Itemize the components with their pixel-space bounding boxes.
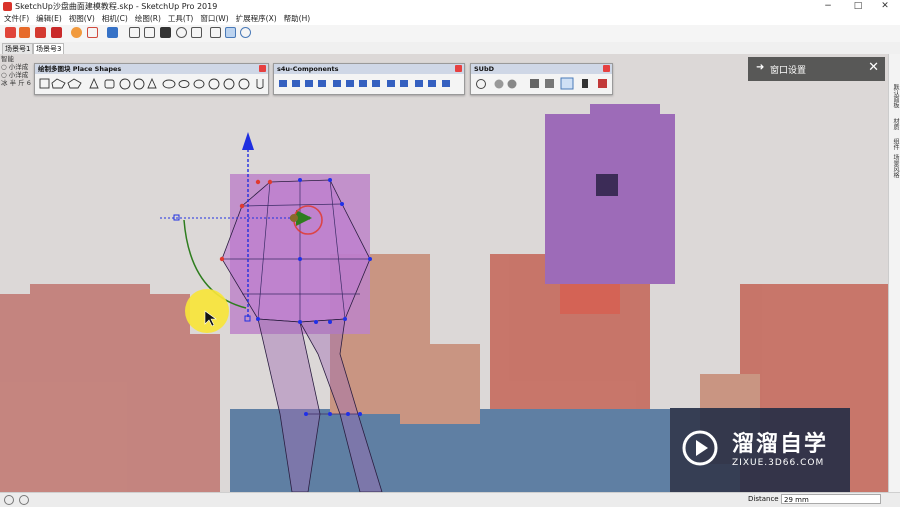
status-bar: Distance 29 mm: [0, 492, 900, 507]
place-shapes-toolbar: 绘制多图块 Place Shapes: [34, 63, 269, 95]
s4u-components-toolbar: s4u-Components: [273, 63, 465, 95]
sketchup-app-icon: [3, 2, 12, 11]
s4u-components-icons: [277, 77, 461, 90]
right-panel-strip: 默认面板 材质 组件 场景风格: [888, 54, 900, 492]
subd-icons: [474, 77, 609, 90]
grid-icon[interactable]: [87, 27, 98, 38]
place-shapes-close-icon[interactable]: [259, 65, 266, 72]
s4u-components-title: s4u-Components: [274, 64, 464, 74]
menu-edit[interactable]: 编辑(E): [36, 13, 62, 25]
place-shapes-icons: [38, 77, 265, 90]
menu-window[interactable]: 窗口(W): [200, 13, 228, 25]
rectangle-tool-icon[interactable]: [144, 27, 155, 38]
strip-tab-components[interactable]: 组件: [891, 138, 900, 150]
measurement-input[interactable]: 29 mm: [781, 494, 881, 504]
minimize-button[interactable]: −: [813, 0, 843, 13]
window-title: SketchUp沙盘曲面建模教程.skp - SketchUp Pro 2019: [15, 2, 218, 11]
subd-title: SUbD: [471, 64, 612, 74]
subd-toolbar: SUbD: [470, 63, 613, 95]
print-icon[interactable]: [107, 27, 118, 38]
menu-view[interactable]: 视图(V): [69, 13, 95, 25]
watermark-title: 溜溜自学: [732, 432, 829, 457]
scale-tool-icon[interactable]: [225, 27, 236, 38]
strip-tab-styles[interactable]: 场景风格: [891, 154, 900, 178]
window-settings-tray: ➜ 窗口设置 ✕: [748, 57, 885, 81]
line-tool-icon[interactable]: [129, 27, 140, 38]
layers-mini-panel: 智能 ○ 小洋成 ○ 小洋成 冰 半 斤 6: [1, 55, 37, 91]
s4u-components-close-icon[interactable]: [455, 65, 462, 72]
mini-panel-line-3[interactable]: ○ 小洋成: [1, 71, 37, 79]
maximize-button[interactable]: □: [843, 0, 873, 13]
scene-tabs: 场景号1 场景号3: [0, 42, 900, 55]
play-logo-icon: [682, 430, 718, 466]
select-tool-icon[interactable]: [5, 27, 16, 38]
watermark-logo: 溜溜自学 ZIXUE.3D66.COM: [670, 408, 850, 493]
paint-bucket-icon[interactable]: [51, 27, 62, 38]
cursor-highlight: [185, 289, 229, 333]
strip-tab-materials[interactable]: 材质: [891, 118, 900, 130]
main-toolbar: [0, 25, 900, 43]
eraser-icon[interactable]: [35, 27, 46, 38]
geo-location-icon[interactable]: [4, 495, 14, 505]
mini-panel-line-4: 冰 半 斤 6: [1, 79, 31, 87]
shape-icons-row[interactable]: [38, 77, 266, 90]
circle-tool-icon[interactable]: [176, 27, 187, 38]
offset-icon[interactable]: [191, 27, 202, 38]
push-pull-icon[interactable]: [160, 27, 171, 38]
subd-close-icon[interactable]: [603, 65, 610, 72]
strip-tab-default[interactable]: 默认面板: [891, 84, 900, 108]
menu-bar: 文件(F) 编辑(E) 视图(V) 相机(C) 绘图(R) 工具(T) 窗口(W) 扩展程序(…: [0, 13, 900, 25]
place-shapes-title: 绘制多图块 Place Shapes: [35, 64, 268, 74]
menu-file[interactable]: 文件(F): [4, 13, 29, 25]
menu-tools[interactable]: 工具(T): [168, 13, 193, 25]
watermark-url: ZIXUE.3D66.COM: [732, 458, 825, 468]
menu-draw[interactable]: 绘图(R): [135, 13, 161, 25]
mini-panel-line-2[interactable]: ○ 小洋成: [1, 63, 37, 71]
mini-panel-line-1: 智能: [1, 55, 14, 63]
background-purple-blob: [545, 104, 675, 284]
tray-expand-arrow-icon[interactable]: ➜: [756, 62, 764, 73]
menu-camera[interactable]: 相机(C): [102, 13, 128, 25]
tray-close-icon[interactable]: ✕: [868, 60, 879, 75]
move-icon[interactable]: [210, 27, 221, 38]
menu-extensions[interactable]: 扩展程序(X): [236, 13, 277, 25]
component-icon[interactable]: [19, 27, 30, 38]
measurement-label: Distance: [748, 495, 779, 503]
component-icons-row[interactable]: [277, 77, 461, 90]
subd-icons-row[interactable]: [474, 77, 610, 90]
info-icon[interactable]: [19, 495, 29, 505]
title-bar: SketchUp沙盘曲面建模教程.skp - SketchUp Pro 2019…: [0, 0, 900, 13]
close-button[interactable]: ✕: [870, 0, 900, 13]
rotate-tool-icon[interactable]: [240, 27, 251, 38]
menu-help[interactable]: 帮助(H): [284, 13, 311, 25]
gear-icon[interactable]: [71, 27, 82, 38]
tray-title: 窗口设置: [770, 66, 807, 76]
